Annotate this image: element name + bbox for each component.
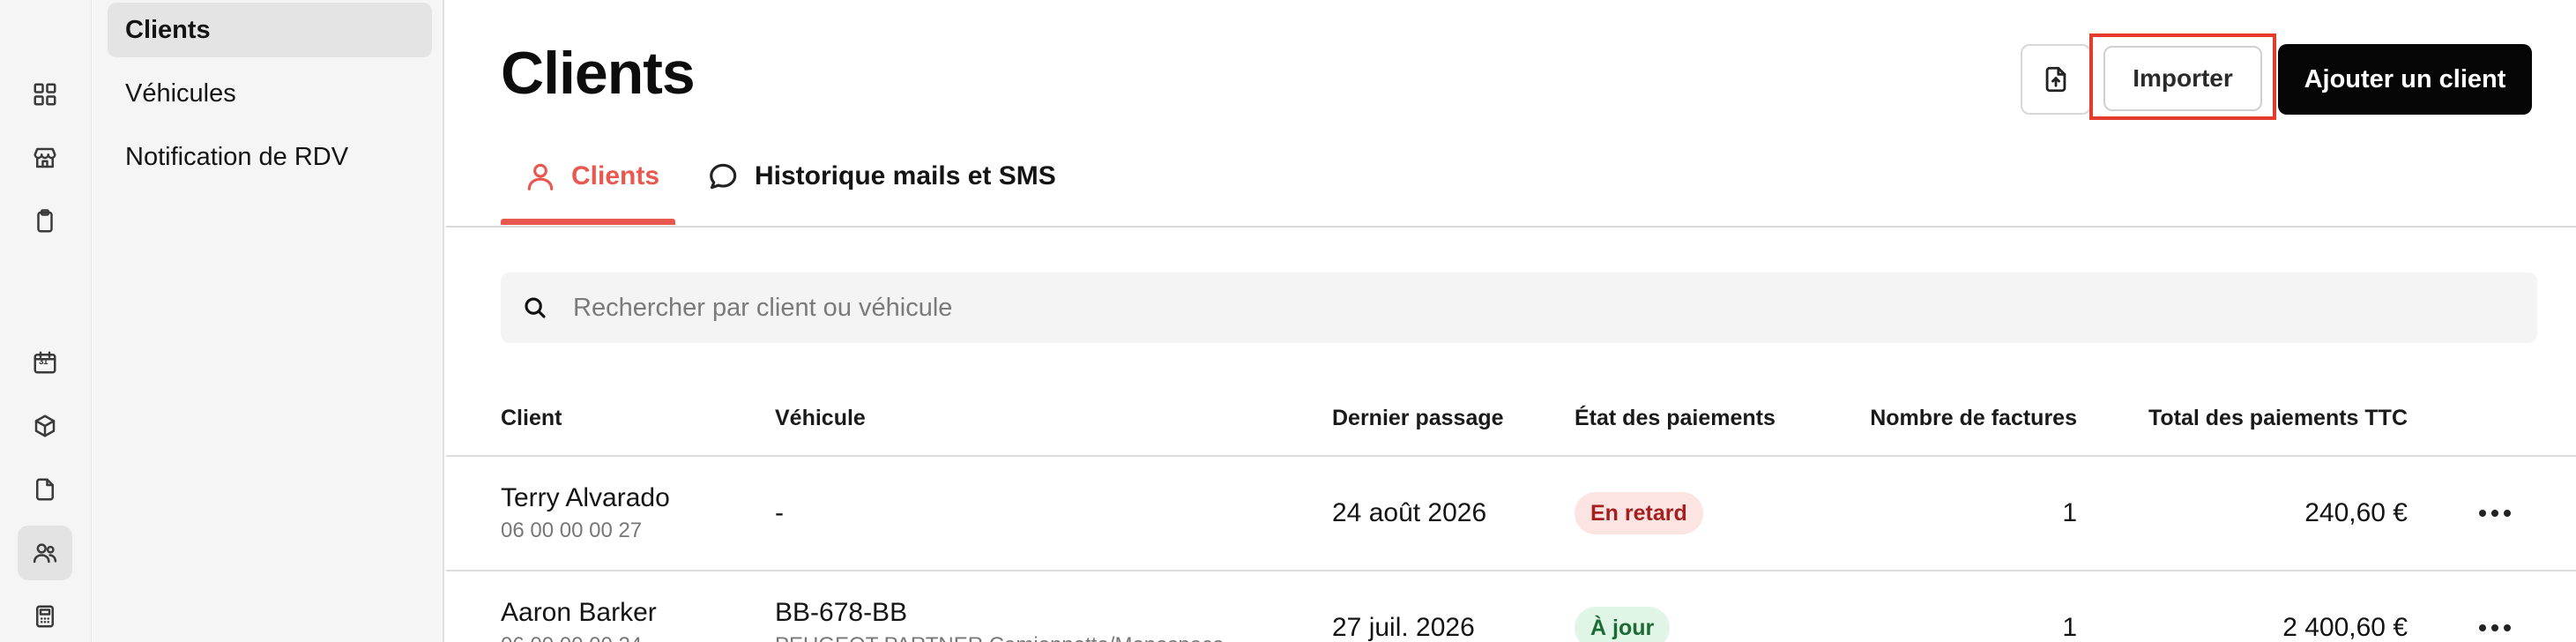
subnav-item-notification-rdv[interactable]: Notification de RDV [108,130,432,184]
table-header-divider [446,455,2576,457]
page-title: Clients [501,40,696,107]
users-icon[interactable] [18,526,72,580]
column-header-dernier-passage[interactable]: Dernier passage [1332,406,1504,431]
calendar-icon[interactable]: 31 [18,335,72,390]
vehicle-plate: - [775,498,784,527]
invoice-count: 1 [2062,498,2077,527]
last-visit-date: 27 juil. 2026 [1332,613,1475,642]
client-phone: 06 00 00 00 24 [501,633,642,642]
client-phone: 06 00 00 00 27 [501,519,643,542]
tab-clients[interactable]: Clients [524,150,659,203]
clipboard-icon[interactable] [18,194,72,249]
active-tab-indicator [501,219,675,225]
tabs-divider [446,226,2576,228]
tab-label: Historique mails et SMS [755,161,1056,190]
column-header-nombre-factures[interactable]: Nombre de factures [1821,406,2077,431]
main-content: Clients Importer Ajouter un client Clien… [446,0,2576,642]
icon-rail: 31 [0,0,92,642]
client-name[interactable]: Terry Alvarado [501,483,670,513]
tab-label: Clients [571,161,660,190]
search-icon [525,297,546,318]
secondary-nav: Clients Véhicules Notification de RDV [93,0,444,642]
vehicle-plate[interactable]: BB-678-BB [775,598,907,628]
import-button[interactable]: Importer [2103,46,2262,111]
column-header-etat-paiements[interactable]: État des paiements [1575,406,1776,431]
search-input[interactable] [573,293,2336,323]
column-header-total-ttc[interactable]: Total des paiements TTC [2103,406,2408,431]
calendar-day-text: 31 [39,357,48,367]
total-payments: 240,60 € [2304,498,2408,527]
package-icon[interactable] [18,399,72,453]
calculator-icon[interactable] [18,589,72,642]
row-actions-button[interactable] [2468,496,2521,531]
client-name[interactable]: Aaron Barker [501,598,657,628]
vehicle-model: PEUGEOT PARTNER Camionnette/Monospace [775,633,1225,642]
search-bar[interactable] [501,272,2537,343]
invoice-count: 1 [2062,613,2077,642]
row-divider [446,570,2576,571]
subnav-item-vehicules[interactable]: Véhicules [108,66,432,121]
chat-icon [710,163,737,190]
row-actions-button[interactable] [2468,610,2521,642]
store-icon[interactable] [18,131,72,185]
status-badge: En retard [1575,492,1703,534]
file-upload-icon [2045,66,2066,93]
add-client-button[interactable]: Ajouter un client [2278,44,2532,115]
status-badge: À jour [1575,607,1671,642]
user-icon [527,163,554,190]
dashboard-icon[interactable] [18,67,72,122]
column-header-vehicule[interactable]: Véhicule [775,406,866,431]
subnav-item-clients[interactable]: Clients [108,3,432,57]
total-payments: 2 400,60 € [2282,613,2408,642]
last-visit-date: 24 août 2026 [1332,498,1487,527]
tab-historique[interactable]: Historique mails et SMS [707,150,1056,203]
column-header-client[interactable]: Client [501,406,562,431]
export-button[interactable] [2021,44,2091,115]
file-icon[interactable] [18,462,72,517]
